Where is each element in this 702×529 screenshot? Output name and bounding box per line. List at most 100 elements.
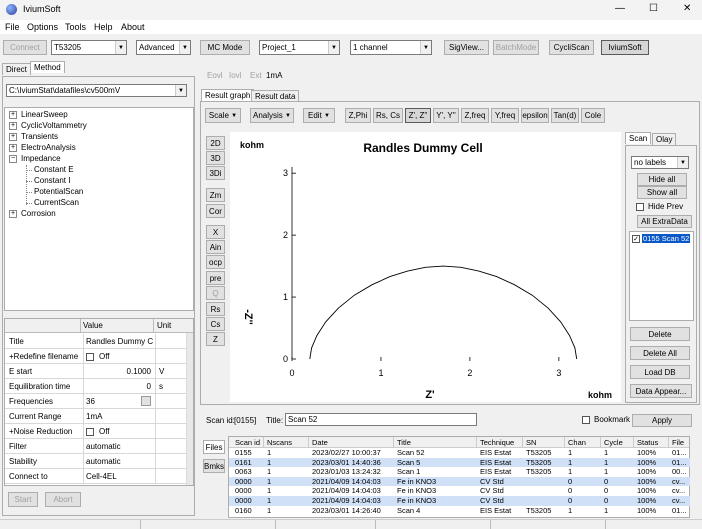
sigview-button[interactable]: SigView...: [444, 40, 489, 55]
plot-area[interactable]: Randles Dummy Cell kohm kohm Z' -Z'' 0 1 2…: [230, 132, 621, 402]
nyquist-button[interactable]: Z', Z'': [405, 108, 431, 123]
start-button[interactable]: Start: [8, 492, 38, 507]
table-row[interactable]: 0000 1 2021/04/09 14:04:03 Fe in KNO3 CV Std…: [229, 496, 690, 506]
analysis-button[interactable]: Analysis ▼: [250, 108, 294, 123]
menu-help[interactable]: Help: [94, 22, 113, 32]
column-header[interactable]: Status: [634, 437, 669, 448]
q-button[interactable]: Q: [206, 286, 225, 300]
zoom-button[interactable]: Zm: [206, 188, 225, 202]
close-icon[interactable]: ✕: [683, 3, 691, 14]
table-row[interactable]: 0000 1 2021/04/09 14:04:03 Fe in KNO3 CV Std…: [229, 476, 690, 487]
param-value[interactable]: Off: [83, 424, 153, 439]
column-header[interactable]: Title: [394, 437, 477, 448]
view-3di-button[interactable]: 3Di: [206, 166, 225, 180]
tree-item[interactable]: Constant I: [34, 176, 70, 185]
ain-button[interactable]: Ain: [206, 240, 225, 254]
tree-item[interactable]: CurrentScan: [34, 198, 79, 207]
tab-method[interactable]: Method: [30, 61, 65, 73]
table-row[interactable]: 0063 1 2023/01/03 13:24:32 Scan 1 EIS Estat T…: [229, 467, 690, 477]
column-header[interactable]: Chan: [565, 437, 601, 448]
param-checkbox[interactable]: [86, 352, 94, 361]
ocp-button[interactable]: ocp: [206, 255, 225, 269]
iviumsoft-button[interactable]: IviumSoft: [601, 40, 649, 55]
table-row[interactable]: 0161 1 2023/03/01 14:40:36 Scan 5 EIS Estat T…: [229, 457, 690, 468]
connect-button[interactable]: Connect: [3, 40, 47, 55]
table-row[interactable]: 0000 1 2021/04/09 14:04:03 Fe in KNO3 CV Std…: [229, 486, 690, 496]
method-path-select[interactable]: C:\IviumStat\datafiles\cv500mV ▼: [6, 84, 187, 97]
cole-button[interactable]: Cole: [581, 108, 605, 123]
menu-tools[interactable]: Tools: [65, 22, 86, 32]
tree-item[interactable]: ElectroAnalysis: [21, 143, 76, 152]
data-appear-button[interactable]: Data Appear...: [630, 384, 692, 398]
tree-item[interactable]: LinearSweep: [21, 110, 68, 119]
param-value[interactable]: Off: [83, 349, 153, 364]
device-select[interactable]: T53205 ▼: [51, 40, 127, 55]
scan-list-item[interactable]: 0155 Scan 52: [642, 234, 691, 243]
tree-item[interactable]: Transients: [21, 132, 58, 141]
param-value[interactable]: automatic: [83, 439, 153, 454]
expand-icon[interactable]: +: [9, 133, 17, 141]
x-axis-button[interactable]: X: [206, 225, 225, 239]
column-header[interactable]: Cycle: [601, 437, 634, 448]
param-value[interactable]: automatic: [83, 454, 153, 469]
tree-item[interactable]: Impedance: [21, 154, 61, 163]
table-row[interactable]: 0160 1 2023/03/01 14:26:40 Scan 4 EIS Estat T…: [229, 506, 690, 516]
param-checkbox[interactable]: [86, 427, 94, 436]
cs-button[interactable]: Cs: [206, 317, 225, 331]
y-prime-button[interactable]: Y', Y'': [433, 108, 459, 123]
expand-icon[interactable]: +: [9, 210, 17, 218]
scale-button[interactable]: Scale ▼: [205, 108, 241, 123]
tab-olay[interactable]: Olay: [652, 133, 677, 145]
menu-about[interactable]: About: [121, 22, 145, 32]
column-header[interactable]: Technique: [477, 437, 523, 448]
mc-mode-button[interactable]: MC Mode: [200, 40, 250, 55]
y-freq-button[interactable]: Y,freq: [491, 108, 519, 123]
param-value[interactable]: 1mA: [83, 409, 153, 424]
hide-prev-checkbox[interactable]: [636, 203, 644, 211]
collapse-icon[interactable]: −: [9, 155, 17, 163]
labels-select[interactable]: no labels ▼: [631, 156, 689, 169]
cor-button[interactable]: Cor: [206, 204, 225, 218]
param-value[interactable]: 0.1000: [83, 364, 153, 379]
show-all-button[interactable]: Show all: [637, 186, 687, 199]
param-value[interactable]: 36: [83, 394, 153, 409]
tab-direct[interactable]: Direct: [2, 63, 31, 75]
rs-cs-button[interactable]: Rs, Cs: [373, 108, 403, 123]
tree-item[interactable]: CyclicVoltammetry: [21, 121, 87, 130]
param-slider-handle[interactable]: [141, 396, 151, 406]
tree-item[interactable]: Constant E: [34, 165, 74, 174]
menu-file[interactable]: File: [5, 22, 20, 32]
cycliscan-button[interactable]: CycliScan: [549, 40, 594, 55]
param-value[interactable]: Randles Dummy Cell: [83, 334, 153, 349]
delete-all-button[interactable]: Delete All: [630, 346, 690, 360]
delete-button[interactable]: Delete: [630, 327, 690, 341]
tree-item[interactable]: Corrosion: [21, 209, 56, 218]
table-row[interactable]: 0155 1 2023/02/27 10:00:37 Scan 52 EIS Estat…: [229, 448, 690, 458]
tree-item[interactable]: PotentialScan: [34, 187, 83, 196]
grid-scrollbar[interactable]: [186, 333, 193, 485]
param-value[interactable]: Cell-4EL: [83, 469, 153, 484]
project-select[interactable]: Project_1 ▼: [259, 40, 340, 55]
scan-title-input[interactable]: Scan 52: [285, 413, 477, 426]
bookmark-checkbox[interactable]: [582, 416, 590, 424]
apply-button[interactable]: Apply: [632, 414, 692, 427]
z-phi-button[interactable]: Z,Phi: [345, 108, 371, 123]
column-header[interactable]: Scan id: [232, 437, 264, 448]
epsilon-button[interactable]: epsilon: [521, 108, 549, 123]
column-header[interactable]: Nscans: [264, 437, 309, 448]
param-value[interactable]: 0: [83, 379, 153, 394]
channel-select[interactable]: 1 channel ▼: [350, 40, 432, 55]
expand-icon[interactable]: +: [9, 111, 17, 119]
abort-button[interactable]: Abort: [45, 492, 81, 507]
scan-list-checkbox[interactable]: ✓: [632, 235, 640, 243]
load-db-button[interactable]: Load DB: [630, 365, 690, 379]
rs-button[interactable]: Rs: [206, 302, 225, 316]
expand-icon[interactable]: +: [9, 144, 17, 152]
tab-bmks[interactable]: Bmks: [203, 459, 225, 473]
z-freq-button[interactable]: Z,freq: [461, 108, 489, 123]
tab-files[interactable]: Files: [203, 440, 225, 454]
view-3d-button[interactable]: 3D: [206, 151, 225, 165]
maximize-icon[interactable]: ☐: [649, 3, 658, 14]
mode-select[interactable]: Advanced ▼: [136, 40, 191, 55]
tab-scan[interactable]: Scan: [625, 132, 652, 144]
